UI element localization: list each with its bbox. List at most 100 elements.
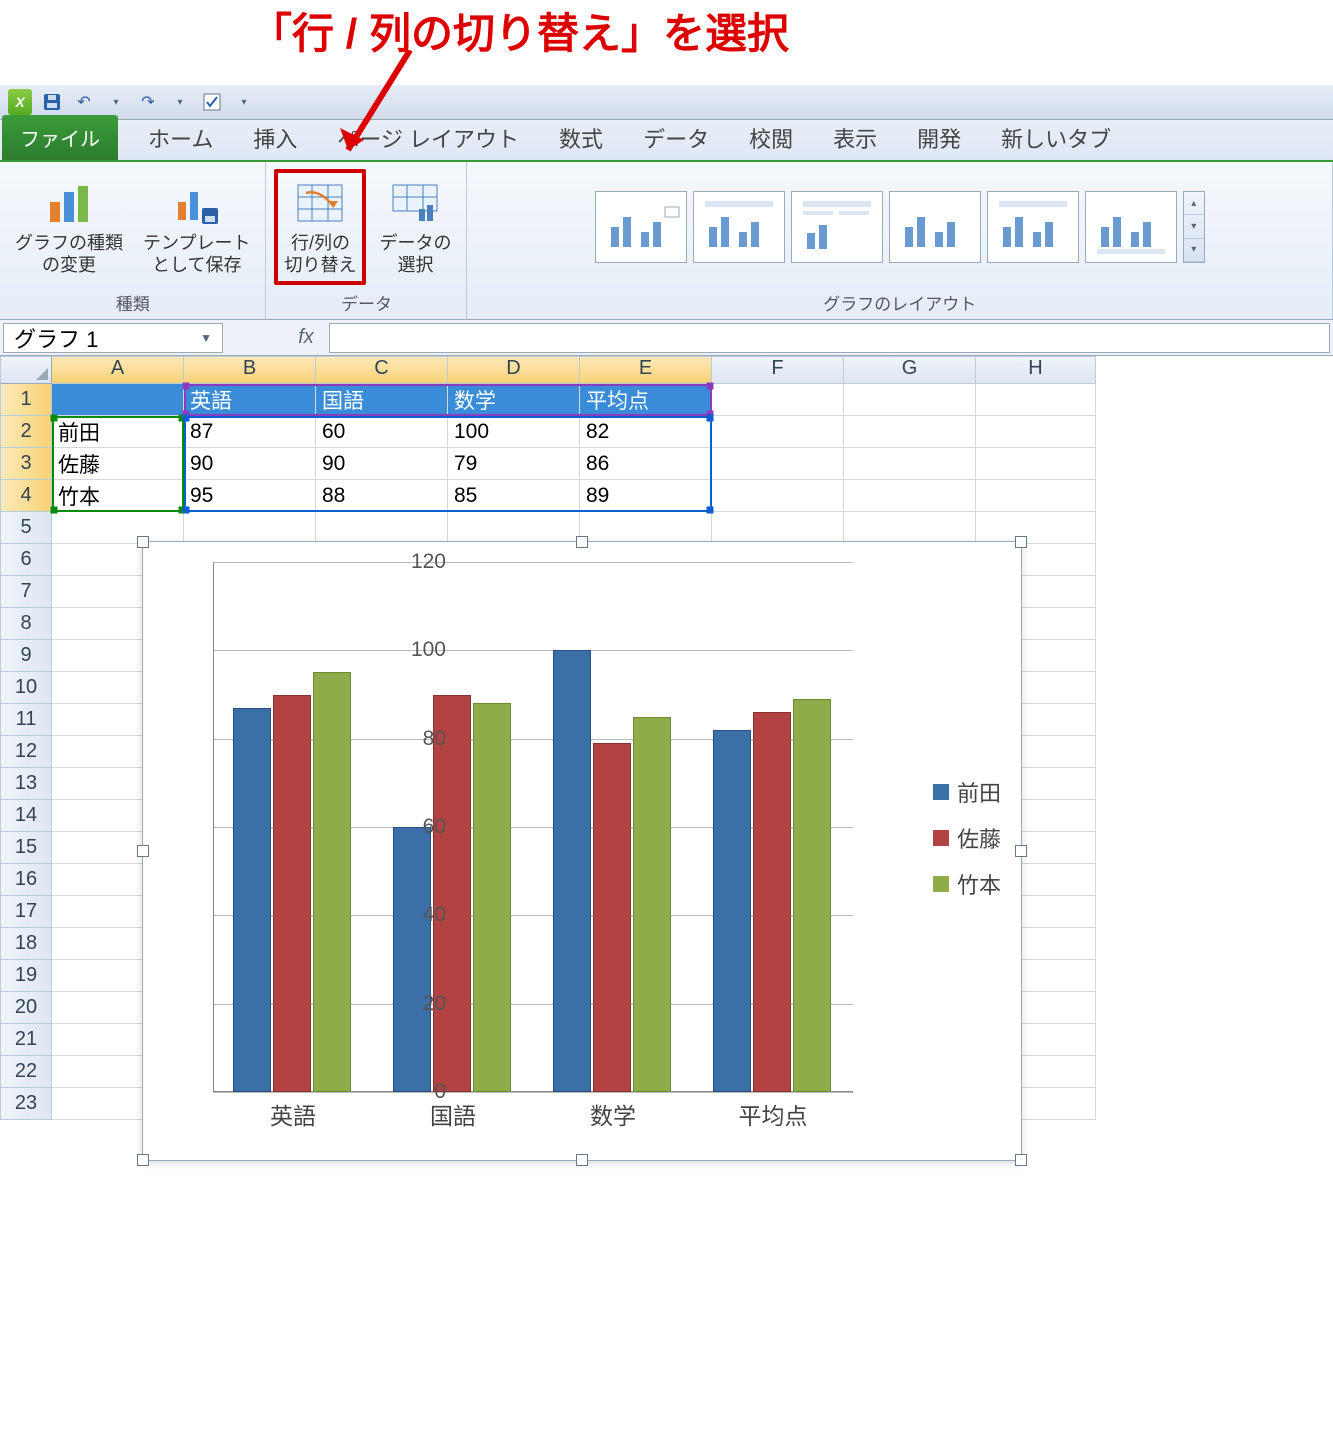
- row-header-3[interactable]: 3: [0, 448, 52, 480]
- row-header-18[interactable]: 18: [0, 928, 52, 960]
- chart-bar-group[interactable]: [713, 699, 831, 1092]
- chart-bar[interactable]: [633, 717, 671, 1092]
- cell-G4[interactable]: [844, 480, 976, 512]
- row-header-7[interactable]: 7: [0, 576, 52, 608]
- tab-insert[interactable]: 挿入: [233, 116, 317, 160]
- chart-bar-group[interactable]: [233, 672, 351, 1092]
- chart-resize-handle[interactable]: [137, 536, 149, 548]
- chart-bar[interactable]: [553, 650, 591, 1092]
- select-all-corner[interactable]: [0, 356, 52, 384]
- chart-resize-handle[interactable]: [1015, 845, 1027, 857]
- row-header-2[interactable]: 2: [0, 416, 52, 448]
- chart-legend-item[interactable]: 前田: [933, 776, 1001, 808]
- row-header-4[interactable]: 4: [0, 480, 52, 512]
- layout-thumb-2[interactable]: [693, 191, 785, 263]
- chart-layout-gallery[interactable]: ▴▾▾: [595, 191, 1205, 263]
- cell-D4[interactable]: 85: [448, 480, 580, 512]
- chart-resize-handle[interactable]: [1015, 1154, 1027, 1166]
- cell-B1[interactable]: 英語: [184, 384, 316, 416]
- cell-C5[interactable]: [316, 512, 448, 544]
- chart-bar-group[interactable]: [553, 650, 671, 1092]
- formula-input[interactable]: [329, 323, 1330, 353]
- row-header-19[interactable]: 19: [0, 960, 52, 992]
- column-header-A[interactable]: A: [52, 356, 184, 384]
- cell-F2[interactable]: [712, 416, 844, 448]
- cell-C2[interactable]: 60: [316, 416, 448, 448]
- layout-thumb-6[interactable]: [1085, 191, 1177, 263]
- row-header-16[interactable]: 16: [0, 864, 52, 896]
- cell-B5[interactable]: [184, 512, 316, 544]
- tab-view[interactable]: 表示: [813, 116, 897, 160]
- chart-bar[interactable]: [753, 712, 791, 1092]
- cell-C4[interactable]: 88: [316, 480, 448, 512]
- change-chart-type-button[interactable]: グラフの種類 の変更: [8, 172, 130, 281]
- chart-bar[interactable]: [233, 708, 271, 1092]
- cell-F3[interactable]: [712, 448, 844, 480]
- cell-B2[interactable]: 87: [184, 416, 316, 448]
- chart-legend-item[interactable]: 竹本: [933, 868, 1001, 900]
- cell-A2[interactable]: 前田: [52, 416, 184, 448]
- cell-C3[interactable]: 90: [316, 448, 448, 480]
- qat-customize-dropdown-icon[interactable]: ▾: [232, 90, 256, 114]
- cell-E4[interactable]: 89: [580, 480, 712, 512]
- tab-new[interactable]: 新しいタブ: [981, 116, 1131, 160]
- row-header-14[interactable]: 14: [0, 800, 52, 832]
- tab-file[interactable]: ファイル: [2, 115, 118, 160]
- cell-D3[interactable]: 79: [448, 448, 580, 480]
- cell-A3[interactable]: 佐藤: [52, 448, 184, 480]
- tab-formulas[interactable]: 数式: [539, 116, 623, 160]
- undo-icon[interactable]: ↶: [72, 90, 96, 114]
- column-header-B[interactable]: B: [184, 356, 316, 384]
- gallery-down-icon[interactable]: ▾: [1184, 215, 1204, 238]
- cell-E5[interactable]: [580, 512, 712, 544]
- row-header-21[interactable]: 21: [0, 1024, 52, 1056]
- cell-A1[interactable]: [52, 384, 184, 416]
- checkbox-icon[interactable]: [200, 90, 224, 114]
- chart-resize-handle[interactable]: [137, 1154, 149, 1166]
- gallery-up-icon[interactable]: ▴: [1184, 192, 1204, 215]
- cell-H5[interactable]: [976, 512, 1096, 544]
- column-header-C[interactable]: C: [316, 356, 448, 384]
- layout-thumb-4[interactable]: [889, 191, 981, 263]
- row-header-12[interactable]: 12: [0, 736, 52, 768]
- row-header-6[interactable]: 6: [0, 544, 52, 576]
- layout-thumb-3[interactable]: [791, 191, 883, 263]
- chart-bar[interactable]: [473, 703, 511, 1092]
- column-header-F[interactable]: F: [712, 356, 844, 384]
- excel-app-icon[interactable]: X: [8, 90, 32, 114]
- chart-resize-handle[interactable]: [576, 1154, 588, 1166]
- column-header-G[interactable]: G: [844, 356, 976, 384]
- row-header-5[interactable]: 5: [0, 512, 52, 544]
- name-box-dropdown-icon[interactable]: ▼: [200, 331, 212, 345]
- gallery-scroll[interactable]: ▴▾▾: [1183, 191, 1205, 263]
- chart-bar[interactable]: [793, 699, 831, 1092]
- cell-H3[interactable]: [976, 448, 1096, 480]
- layout-thumb-1[interactable]: [595, 191, 687, 263]
- cell-F4[interactable]: [712, 480, 844, 512]
- chart-bar-group[interactable]: [393, 695, 511, 1093]
- worksheet[interactable]: 1234567891011121314151617181920212223 AB…: [0, 356, 1333, 1120]
- tab-home[interactable]: ホーム: [128, 116, 233, 160]
- chart-legend[interactable]: 前田佐藤竹本: [933, 762, 1001, 914]
- gallery-more-icon[interactable]: ▾: [1184, 239, 1204, 262]
- cell-G3[interactable]: [844, 448, 976, 480]
- cell-E2[interactable]: 82: [580, 416, 712, 448]
- column-header-H[interactable]: H: [976, 356, 1096, 384]
- embedded-chart[interactable]: 020406080100120英語国語数学平均点前田佐藤竹本: [142, 541, 1022, 1161]
- chart-bar[interactable]: [273, 695, 311, 1093]
- row-header-23[interactable]: 23: [0, 1088, 52, 1120]
- layout-thumb-5[interactable]: [987, 191, 1079, 263]
- row-header-17[interactable]: 17: [0, 896, 52, 928]
- cell-D5[interactable]: [448, 512, 580, 544]
- chart-legend-item[interactable]: 佐藤: [933, 822, 1001, 854]
- chart-bar[interactable]: [313, 672, 351, 1092]
- chart-bar[interactable]: [433, 695, 471, 1093]
- chart-resize-handle[interactable]: [576, 536, 588, 548]
- chart-bar[interactable]: [713, 730, 751, 1092]
- select-data-button[interactable]: データの 選択: [372, 172, 458, 281]
- cell-G1[interactable]: [844, 384, 976, 416]
- row-header-20[interactable]: 20: [0, 992, 52, 1024]
- cell-H2[interactable]: [976, 416, 1096, 448]
- cell-F5[interactable]: [712, 512, 844, 544]
- column-header-D[interactable]: D: [448, 356, 580, 384]
